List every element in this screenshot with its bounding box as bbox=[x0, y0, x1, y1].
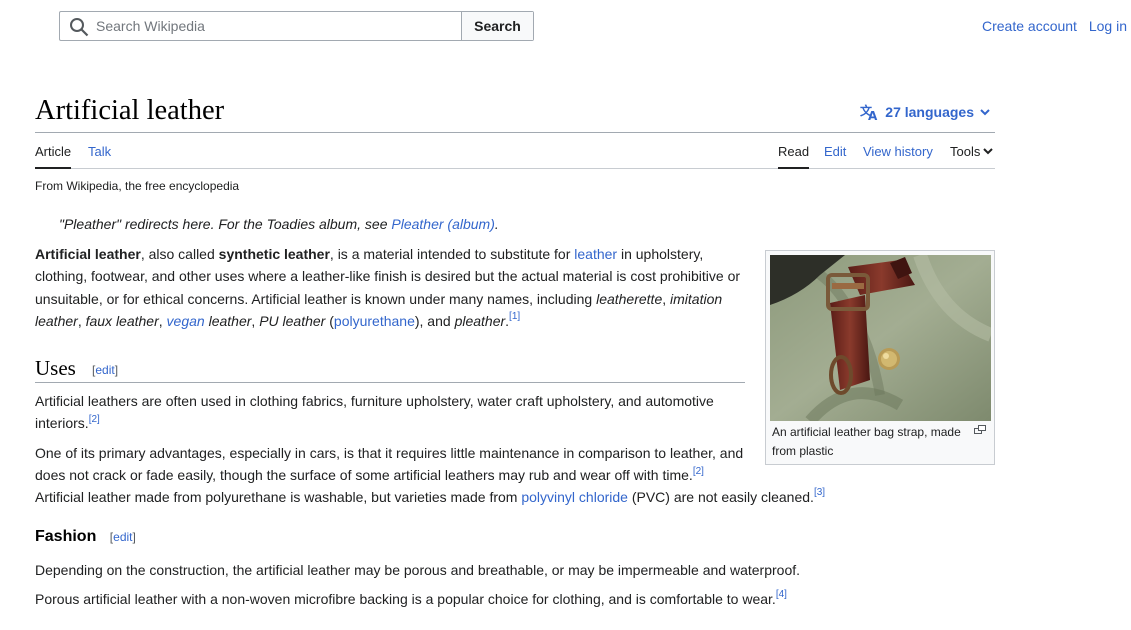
text: (PVC) are not easily cleaned. bbox=[627, 489, 814, 505]
tab-read[interactable]: Read bbox=[778, 144, 810, 169]
language-button[interactable]: 文 A 27 languages bbox=[860, 103, 995, 121]
hatnote: "Pleather" redirects here. For the Toadi… bbox=[59, 216, 499, 232]
tab-edit[interactable]: Edit bbox=[824, 144, 846, 159]
polyurethane-link[interactable]: polyurethane bbox=[334, 313, 415, 329]
text: , also called bbox=[140, 246, 219, 262]
section-title: Uses bbox=[35, 356, 76, 380]
italic-term: PU leather bbox=[259, 312, 326, 329]
log-in-link[interactable]: Log in bbox=[1089, 18, 1127, 34]
search-box: Search bbox=[59, 11, 534, 41]
enlarge-icon[interactable] bbox=[974, 425, 986, 435]
search-icon bbox=[70, 18, 89, 37]
leather-strap-image[interactable] bbox=[770, 255, 991, 421]
figure-thumbnail: An artificial leather bag strap, made fr… bbox=[765, 250, 995, 465]
hatnote-text: "Pleather" redirects here. For the Toadi… bbox=[59, 216, 392, 232]
tools-menu[interactable]: Tools bbox=[950, 144, 994, 159]
figure-caption: An artificial leather bag strap, made fr… bbox=[772, 425, 961, 458]
hatnote-link[interactable]: Pleather (album) bbox=[391, 216, 495, 232]
uses-paragraph-2: One of its primary advantages, especiall… bbox=[35, 442, 745, 487]
pvc-link[interactable]: polyvinyl chloride bbox=[521, 489, 628, 505]
uses-paragraph-1: Artificial leathers are often used in cl… bbox=[35, 390, 745, 435]
tools-label: Tools bbox=[950, 144, 981, 159]
hatnote-end: . bbox=[494, 216, 499, 232]
page-title: Artificial leather bbox=[35, 95, 225, 126]
translate-icon: 文 A bbox=[860, 103, 878, 121]
tab-article[interactable]: Article bbox=[35, 144, 72, 169]
tabs: Article Talk Read Edit View history Tool… bbox=[35, 133, 995, 169]
tab-talk[interactable]: Talk bbox=[88, 144, 111, 159]
bold-term: synthetic leather bbox=[218, 246, 330, 262]
leather-link[interactable]: leather bbox=[574, 246, 617, 262]
italic-term: pleather bbox=[454, 312, 506, 329]
page: Search Create account Log in Artificial … bbox=[0, 0, 1131, 630]
text: Depending on the construction, the artif… bbox=[35, 562, 801, 578]
bold-term: Artificial leather bbox=[35, 246, 141, 262]
edit-section-link[interactable]: edit bbox=[113, 530, 132, 544]
reference-link[interactable]: [3] bbox=[814, 487, 825, 498]
intro-paragraph: Artificial leather, also called syntheti… bbox=[35, 243, 750, 332]
italic-term: leather bbox=[204, 312, 252, 329]
svg-text:A: A bbox=[868, 109, 878, 121]
text: , bbox=[662, 290, 671, 307]
reference-link[interactable]: [2] bbox=[89, 414, 100, 425]
italic-term: leatherette bbox=[596, 290, 663, 307]
section-heading-uses: Uses [edit] bbox=[35, 353, 745, 383]
text: ), and bbox=[414, 312, 455, 329]
tab-view-history[interactable]: View history bbox=[863, 144, 933, 159]
title-row: Artificial leather 文 A 27 languages bbox=[35, 93, 995, 133]
chevron-down-icon bbox=[980, 108, 990, 115]
italic-term: faux leather bbox=[85, 312, 159, 329]
reference-link[interactable]: [1] bbox=[509, 311, 520, 322]
section-heading-fashion: Fashion [edit] bbox=[35, 528, 136, 546]
search-button[interactable]: Search bbox=[461, 12, 533, 40]
reference-link[interactable]: [2] bbox=[693, 466, 704, 477]
text: Artificial leathers are often used in cl… bbox=[35, 393, 714, 432]
text: One of its primary advantages, especiall… bbox=[35, 445, 744, 484]
search-field bbox=[60, 12, 461, 40]
search-input[interactable] bbox=[60, 12, 461, 40]
text: , bbox=[77, 312, 86, 329]
text: , bbox=[158, 312, 167, 329]
chevron-down-icon bbox=[983, 148, 994, 155]
text: ( bbox=[325, 312, 334, 329]
user-links: Create account Log in bbox=[974, 18, 1127, 34]
language-label: 27 languages bbox=[885, 104, 974, 120]
uses-paragraph-3: Artificial leather made from polyurethan… bbox=[35, 486, 915, 508]
text: Porous artificial leather with a non-wov… bbox=[35, 591, 776, 607]
tagline: From Wikipedia, the free encyclopedia bbox=[35, 179, 240, 193]
edit-section: [edit] bbox=[92, 363, 119, 377]
vegan-link[interactable]: vegan bbox=[167, 313, 205, 329]
fashion-paragraph-2: Porous artificial leather with a non-wov… bbox=[35, 588, 995, 610]
text: Artificial leather made from polyurethan… bbox=[35, 489, 522, 505]
fashion-paragraph-1: Depending on the construction, the artif… bbox=[35, 559, 995, 581]
reference-link[interactable]: [4] bbox=[776, 589, 787, 600]
create-account-link[interactable]: Create account bbox=[982, 18, 1077, 34]
edit-section: [edit] bbox=[109, 530, 136, 544]
text: , is a material intended to substitute f… bbox=[329, 246, 575, 262]
edit-section-link[interactable]: edit bbox=[95, 363, 114, 377]
section-title: Fashion bbox=[35, 528, 97, 545]
